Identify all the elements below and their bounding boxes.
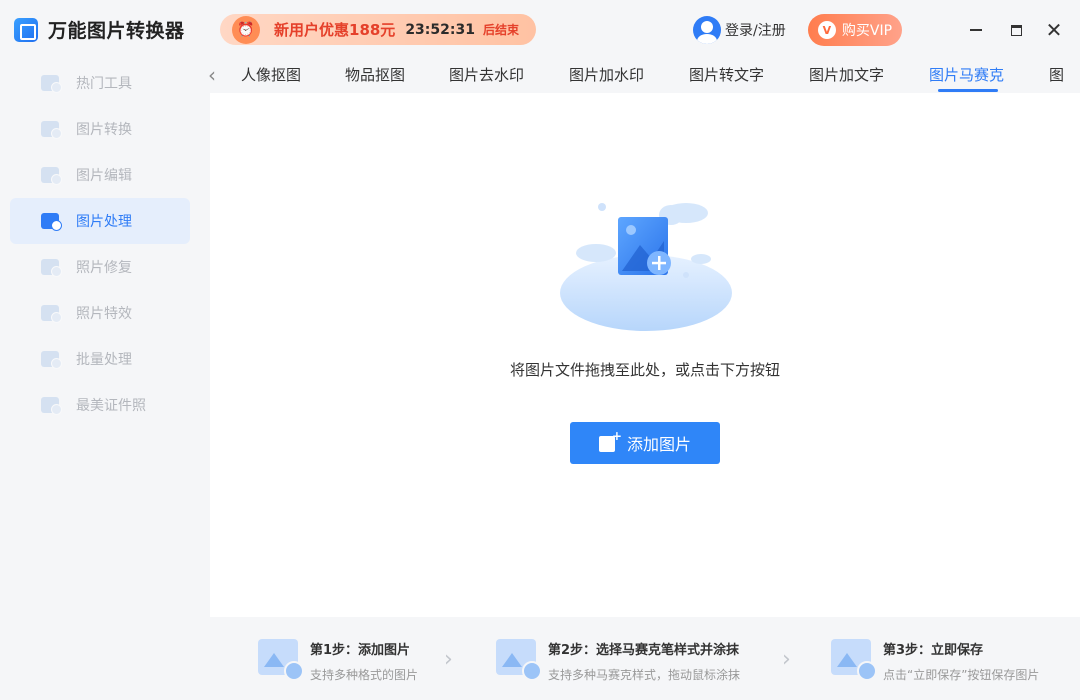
step-desc: 支持多种马赛克样式，拖动鼠标涂抹 [548,668,741,682]
maximize-button[interactable] [1004,18,1028,42]
login-label: 登录/注册 [725,23,786,39]
promo-end-label: 后结束 [482,23,519,37]
sidebar-item-label: 照片修复 [76,260,132,276]
tool-tabs: ‹ 人像抠图 物品抠图 图片去水印 图片加水印 图片转文字 图片加文字 图片马赛… [200,58,1080,94]
tab-object-cutout[interactable]: 物品抠图 [345,64,405,85]
close-icon: ✕ [1045,18,1063,42]
step-3: 第3步：立即保存 点击“立即保存”按钮保存图片 [831,639,1039,683]
promo-banner[interactable]: ⏰ 新用户优惠188元 23:52:31 后结束 [220,14,536,45]
app-logo-icon [14,17,38,42]
image-process-icon [40,211,62,231]
maximize-icon [1010,24,1022,36]
drop-area[interactable]: 将图片文件拖拽至此处，或点击下方按钮 添加图片 [210,93,1080,617]
batch-process-icon [40,349,62,369]
vip-icon: V [817,21,836,39]
avatar [693,16,721,44]
hot-tools-icon [40,73,62,93]
app-title: 万能图片转换器 [14,16,185,43]
tab-add-watermark[interactable]: 图片加水印 [569,64,644,85]
sidebar-item-hot-tools[interactable]: 热门工具 [10,60,190,106]
mosaic-step-icon [496,639,542,681]
step-1: 第1步：添加图片 支持多种格式的图片 [258,639,418,683]
step-title: 第2步：选择马赛克笔样式并涂抹 [548,643,740,658]
photo-effects-icon [40,303,62,323]
add-image-step-icon [258,639,304,681]
sidebar-item-label: 最美证件照 [76,398,146,414]
tab-more[interactable]: 图 [1049,64,1064,85]
id-photo-icon [40,395,62,415]
sidebar-item-id-photo[interactable]: 最美证件照 [10,382,190,428]
chevron-right-icon: › [444,647,453,672]
tab-remove-watermark[interactable]: 图片去水印 [449,64,524,85]
tab-image-to-text[interactable]: 图片转文字 [689,64,764,85]
sidebar-item-image-process[interactable]: 图片处理 [10,198,190,244]
step-desc: 支持多种格式的图片 [310,668,419,682]
sidebar-item-label: 图片转换 [76,122,132,138]
buy-vip-label: 购买VIP [841,23,893,39]
active-tab-indicator [938,89,998,92]
tab-portrait-cutout[interactable]: 人像抠图 [241,64,301,85]
steps-footer: 第1步：添加图片 支持多种格式的图片 › 第2步：选择马赛克笔样式并涂抹 支持多… [210,617,1080,700]
add-image-icon [598,429,622,452]
chevron-right-icon: › [782,647,791,672]
clock-icon: ⏰ [232,15,260,44]
sidebar-item-image-edit[interactable]: 图片编辑 [10,152,190,198]
tab-add-text[interactable]: 图片加文字 [809,64,884,85]
sidebar-item-label: 照片特效 [76,306,132,322]
sidebar-item-batch-process[interactable]: 批量处理 [10,336,190,382]
sidebar-nav: 热门工具 图片转换 图片编辑 图片处理 照片修复 照片特效 批量处理 最美证件照 [10,60,190,428]
tab-mosaic[interactable]: 图片马赛克 [929,64,1004,85]
close-button[interactable]: ✕ [1042,18,1066,42]
sidebar-item-image-convert[interactable]: 图片转换 [10,106,190,152]
step-2: 第2步：选择马赛克笔样式并涂抹 支持多种马赛克样式，拖动鼠标涂抹 [496,639,740,683]
sidebar-item-label: 图片处理 [76,214,132,230]
promo-text: 新用户优惠188元 [274,21,396,39]
image-convert-icon [40,119,62,139]
minimize-icon [970,29,982,31]
step-title: 第3步：立即保存 [883,643,984,658]
sidebar-item-label: 图片编辑 [76,168,132,184]
add-image-label: 添加图片 [626,435,691,454]
sidebar-item-label: 热门工具 [76,76,132,92]
buy-vip-button[interactable]: V 购买VIP [808,14,902,46]
photo-repair-icon [40,257,62,277]
step-title: 第1步：添加图片 [310,643,411,658]
login-button[interactable]: 登录/注册 [693,16,786,44]
sidebar-item-photo-repair[interactable]: 照片修复 [10,244,190,290]
promo-countdown: 23:52:31 [405,21,475,38]
step-desc: 点击“立即保存”按钮保存图片 [883,668,1040,682]
upload-illustration [560,203,732,331]
save-step-icon [831,639,877,681]
top-bar: ⏰ 新用户优惠188元 23:52:31 后结束 登录/注册 V 购买VIP ✕ [200,0,1080,58]
sidebar-item-label: 批量处理 [76,352,132,368]
minimize-button[interactable] [964,18,988,42]
drop-hint-text: 将图片文件拖拽至此处，或点击下方按钮 [509,361,780,379]
app-name: 万能图片转换器 [48,20,185,42]
image-edit-icon [40,165,62,185]
add-image-button[interactable]: 添加图片 [570,422,720,464]
sidebar-item-photo-effects[interactable]: 照片特效 [10,290,190,336]
sidebar: 万能图片转换器 热门工具 图片转换 图片编辑 图片处理 照片修复 照片特效 批量… [0,0,200,700]
chevron-left-icon[interactable]: ‹ [208,63,216,87]
